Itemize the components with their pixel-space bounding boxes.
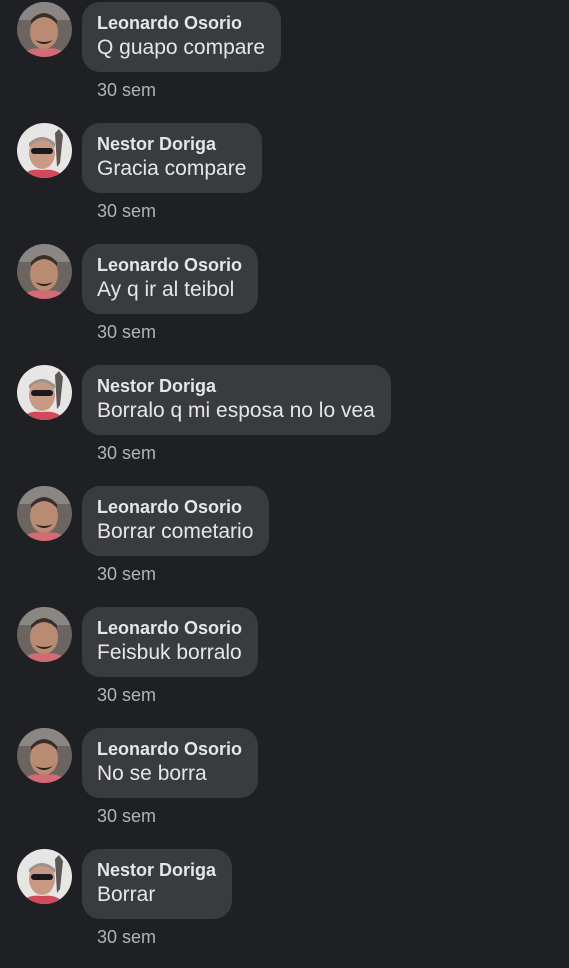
comment-timestamp[interactable]: 30 sem — [97, 443, 156, 464]
comment-text: Feisbuk borralo — [97, 641, 242, 664]
leonardo-avatar-icon — [17, 486, 72, 541]
leonardo-avatar-icon — [17, 2, 72, 57]
comment-bubble: Nestor Doriga Borralo q mi esposa no lo … — [82, 365, 391, 435]
comment-timestamp[interactable]: 30 sem — [97, 685, 156, 706]
comment-bubble: Leonardo Osorio No se borra — [82, 728, 259, 798]
comment-item: Leonardo Osorio Borrar cometario 30 sem — [0, 484, 569, 605]
comment-author[interactable]: Nestor Doriga — [97, 859, 216, 881]
comment-bubble: Leonardo Osorio Feisbuk borralo — [82, 607, 259, 677]
avatar[interactable] — [17, 244, 72, 299]
leonardo-avatar-icon — [17, 728, 72, 783]
avatar[interactable] — [17, 365, 72, 420]
comment-timestamp[interactable]: 30 sem — [97, 927, 156, 948]
comment-text: Borrar cometario — [97, 520, 254, 543]
comment-item: Nestor Doriga Borralo q mi esposa no lo … — [0, 363, 569, 484]
comment-text: Borralo q mi esposa no lo vea — [97, 399, 375, 422]
comment-item: Leonardo Osorio Feisbuk borralo 30 sem — [0, 605, 569, 726]
comment-item: Leonardo Osorio Ay q ir al teibol 30 sem — [0, 242, 569, 363]
avatar[interactable] — [17, 607, 72, 662]
comment-author[interactable]: Nestor Doriga — [97, 133, 246, 155]
comment-bubble: Nestor Doriga Gracia compare — [82, 123, 263, 193]
comment-item: Nestor Doriga Borrar 30 sem — [0, 847, 569, 968]
nestor-avatar-icon — [17, 365, 72, 420]
comment-author[interactable]: Nestor Doriga — [97, 375, 375, 397]
comment-timestamp[interactable]: 30 sem — [97, 806, 156, 827]
comment-author[interactable]: Leonardo Osorio — [97, 738, 242, 760]
comment-timestamp[interactable]: 30 sem — [97, 80, 156, 101]
avatar[interactable] — [17, 486, 72, 541]
comment-text: Q guapo compare — [97, 36, 266, 59]
avatar[interactable] — [17, 849, 72, 904]
comment-bubble: Leonardo Osorio Ay q ir al teibol — [82, 244, 259, 314]
avatar[interactable] — [17, 123, 72, 178]
comment-item: Leonardo Osorio No se borra 30 sem — [0, 726, 569, 847]
comment-timestamp[interactable]: 30 sem — [97, 322, 156, 343]
comment-bubble: Leonardo Osorio Borrar cometario — [82, 486, 270, 556]
nestor-avatar-icon — [17, 123, 72, 178]
comment-text: Ay q ir al teibol — [97, 278, 235, 301]
comment-author[interactable]: Leonardo Osorio — [97, 12, 265, 34]
nestor-avatar-icon — [17, 849, 72, 904]
comment-bubble: Nestor Doriga Borrar — [82, 849, 233, 919]
comment-timestamp[interactable]: 30 sem — [97, 201, 156, 222]
comment-item: Nestor Doriga Gracia compare 30 sem — [0, 121, 569, 242]
comment-text: Borrar — [97, 883, 156, 906]
leonardo-avatar-icon — [17, 607, 72, 662]
avatar[interactable] — [17, 728, 72, 783]
leonardo-avatar-icon — [17, 244, 72, 299]
comment-author[interactable]: Leonardo Osorio — [97, 496, 253, 518]
comment-author[interactable]: Leonardo Osorio — [97, 254, 242, 276]
comment-text: Gracia compare — [97, 157, 247, 180]
avatar[interactable] — [17, 2, 72, 57]
comment-timestamp[interactable]: 30 sem — [97, 564, 156, 585]
comment-author[interactable]: Leonardo Osorio — [97, 617, 242, 639]
comment-item: Leonardo Osorio Q guapo compare 30 sem — [0, 0, 569, 121]
comment-text: No se borra — [97, 762, 207, 785]
comment-bubble: Leonardo Osorio Q guapo compare — [82, 2, 282, 72]
